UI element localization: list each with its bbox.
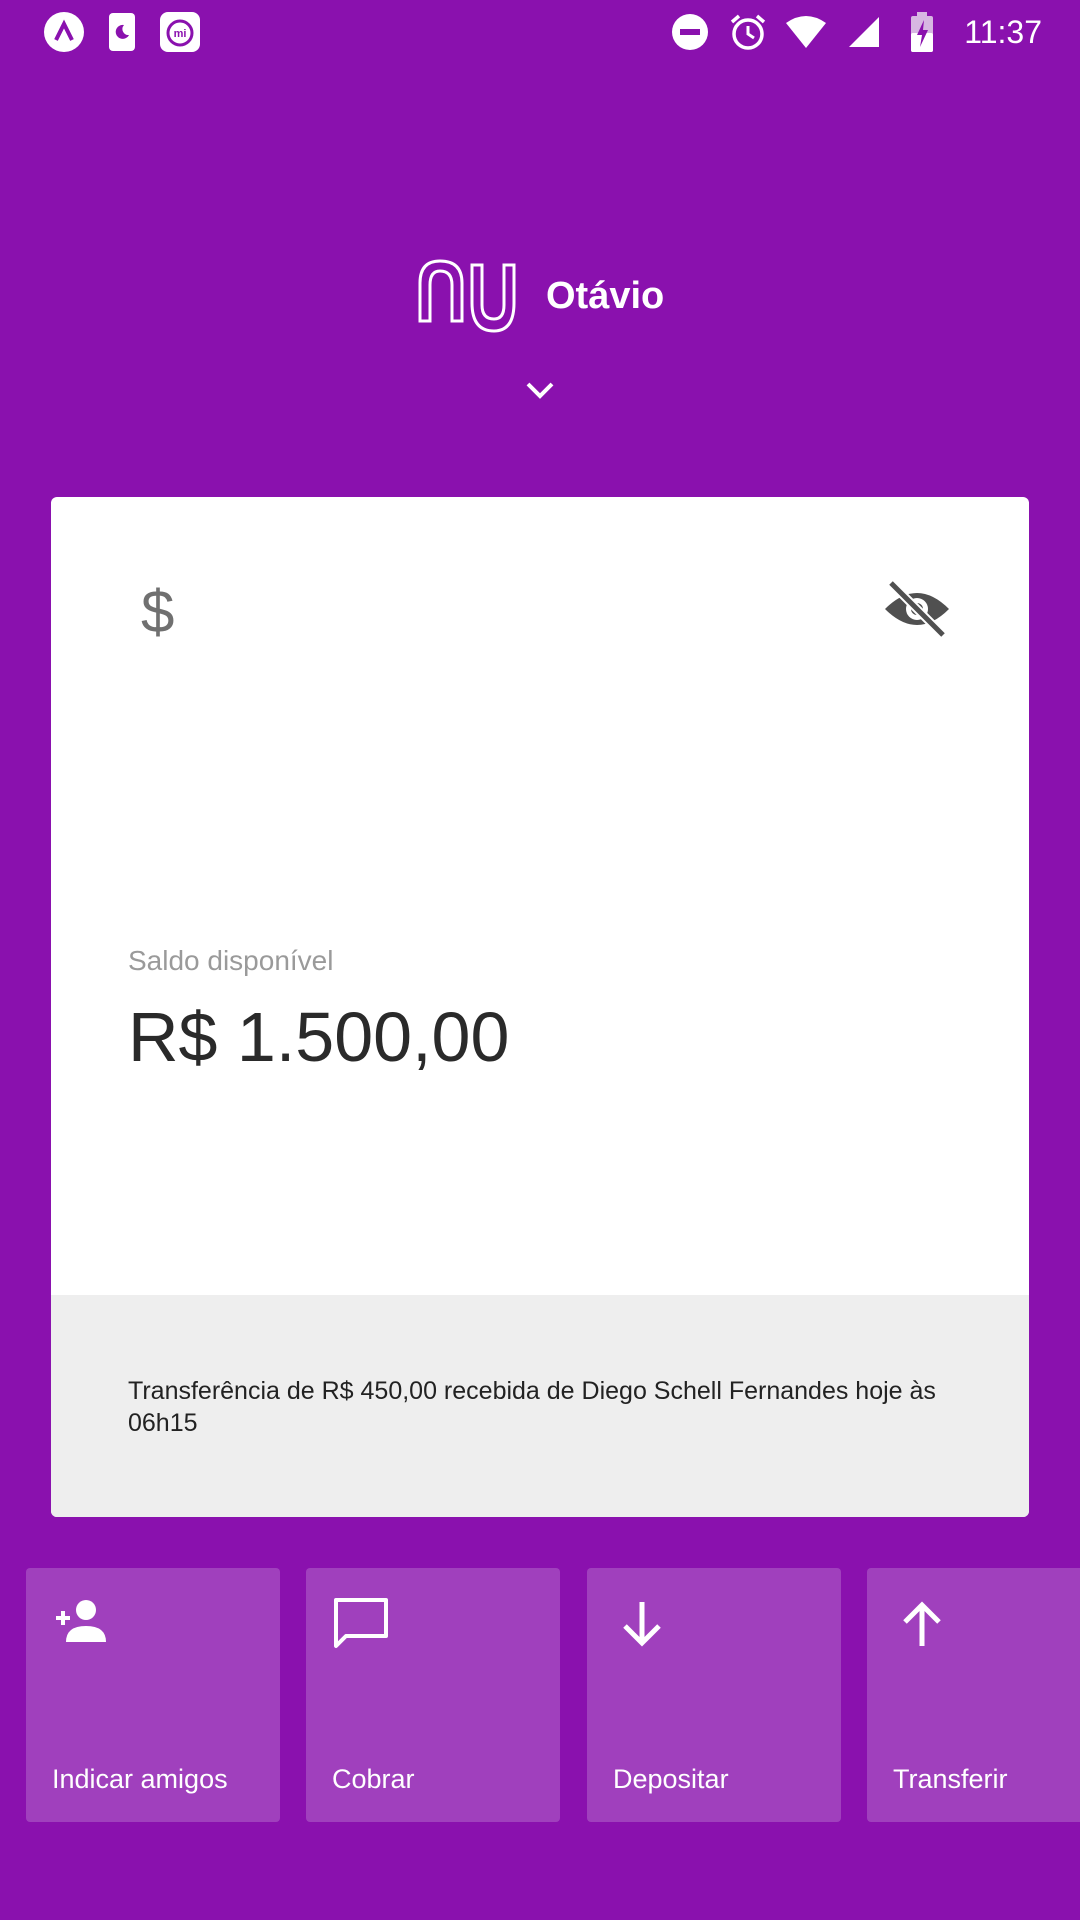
transfer-notification: Transferência de R$ 450,00 recebida de D… [128, 1377, 936, 1437]
svg-text:mi: mi [174, 28, 187, 40]
action-label: Cobrar [332, 1764, 415, 1794]
card-notification-footer[interactable]: Transferência de R$ 450,00 recebida de D… [51, 1295, 1029, 1517]
signal-icon [842, 10, 886, 54]
battery-charging-icon [900, 10, 944, 54]
status-bar: mi 11:37 [0, 0, 1080, 62]
wifi-icon [784, 10, 828, 54]
action-label: Depositar [613, 1764, 729, 1794]
nu-logo-icon [418, 255, 524, 337]
refer-friends-button[interactable]: Indicar amigos [26, 1568, 280, 1822]
alarm-icon [726, 10, 770, 54]
action-label: Indicar amigos [52, 1764, 228, 1794]
message-icon [330, 1596, 392, 1652]
balance-value: R$ 1.500,00 [128, 998, 510, 1076]
notification-app-icon [42, 10, 86, 54]
charge-button[interactable]: Cobrar [306, 1568, 560, 1822]
account-balance-card[interactable]: $ Saldo disponível R$ 1.500,00 Transferê… [51, 497, 1029, 1517]
mi-app-icon: mi [158, 10, 202, 54]
arrow-up-icon [891, 1596, 953, 1652]
account-header[interactable]: Otávio [0, 255, 1080, 345]
night-mode-icon [100, 10, 144, 54]
chevron-down-icon[interactable] [524, 378, 556, 402]
do-not-disturb-icon [668, 10, 712, 54]
transfer-button[interactable]: Transferir [867, 1568, 1080, 1822]
deposit-button[interactable]: Depositar [587, 1568, 841, 1822]
balance-label: Saldo disponível [128, 945, 334, 976]
arrow-down-icon [611, 1596, 673, 1652]
action-row: Indicar amigos Cobrar Depositar Transfer… [26, 1568, 1080, 1822]
status-time: 11:37 [964, 13, 1042, 50]
user-name: Otávio [546, 274, 665, 317]
action-label: Transferir [893, 1764, 1008, 1794]
dollar-icon: $ [141, 578, 175, 645]
add-person-icon [50, 1596, 112, 1652]
eye-off-icon[interactable] [881, 579, 953, 639]
